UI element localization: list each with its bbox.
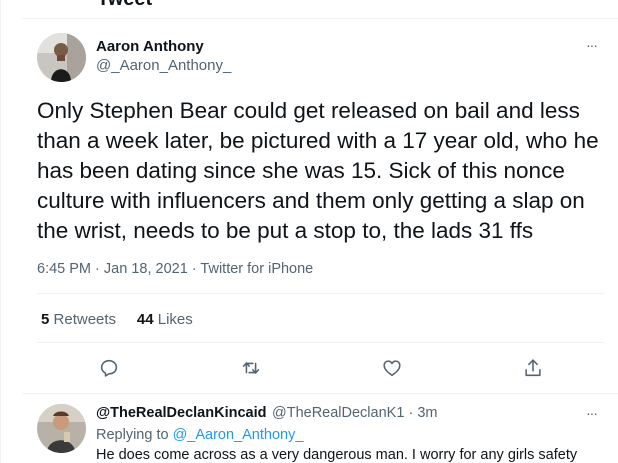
reply-text: He does come across as a very dangerous … [96,447,578,463]
reply-avatar-photo [37,404,86,453]
author-name[interactable]: Aaron Anthony [96,38,204,55]
replying-prefix: Replying to [96,427,169,443]
tweet-source[interactable]: Twitter for iPhone [200,261,313,277]
divider [37,293,604,294]
meta-separator: · [95,261,100,277]
reply-more-options-icon[interactable]: ··· [586,405,598,421]
reply-time[interactable]: 3m [417,405,437,421]
replying-to: Replying to @_Aaron_Anthony_ [96,427,303,443]
avatar[interactable] [37,33,86,82]
heart-icon [383,360,401,377]
meta-separator: · [191,261,197,277]
share-button[interactable] [520,355,546,381]
reply-meta: @TheRealDeclanK1 · 3m [272,405,437,421]
avatar-photo [37,33,86,82]
more-options-icon[interactable]: ··· [586,37,598,53]
tweet-stats: 5 Retweets 44 Likes [41,311,193,328]
tweet-meta: 6:45 PM · Jan 18, 2021 · Twitter for iPh… [37,261,313,277]
like-button[interactable] [379,355,405,381]
likes-stat[interactable]: 44 Likes [137,311,193,328]
share-icon [525,359,541,377]
header-divider [22,18,618,19]
likes-label: Likes [157,311,193,328]
reply-divider [22,393,618,394]
reply-author-name[interactable]: @TheRealDeclanKincaid [96,405,266,421]
left-border [0,0,1,463]
reply-icon [100,359,118,377]
divider [37,342,604,343]
author-handle[interactable]: @_Aaron_Anthony_ [96,57,231,74]
likes-count: 44 [136,311,154,328]
replying-to-link[interactable]: @_Aaron_Anthony_ [173,427,304,443]
reply-button[interactable] [96,355,122,381]
reply-author-handle[interactable]: @TheRealDeclanK1 [272,405,404,421]
tweet-text: Only Stephen Bear could get released on … [37,98,599,243]
retweets-count: 5 [41,311,50,328]
retweets-stat[interactable]: 5 Retweets [41,311,116,328]
tweet-date[interactable]: Jan 18, 2021 [104,261,188,277]
reply-meta-separator: · [408,405,414,421]
tweet-time[interactable]: 6:45 PM [37,261,91,277]
retweets-label: Retweets [53,311,117,328]
page-title: Tweet [97,0,152,11]
reply-avatar[interactable] [37,404,86,453]
retweet-icon [242,362,260,374]
retweet-button[interactable] [238,355,264,381]
